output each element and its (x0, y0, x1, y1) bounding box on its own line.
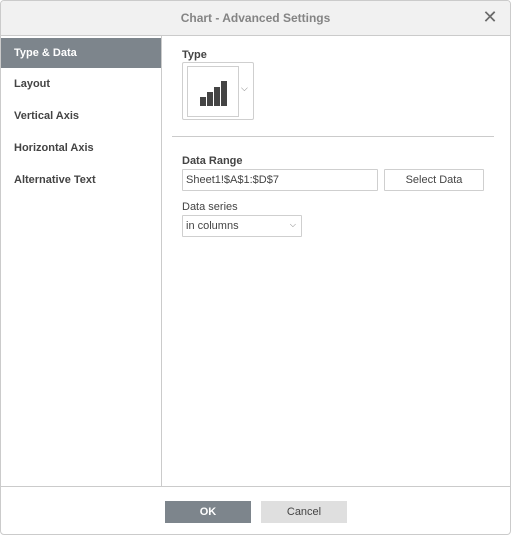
data-series-select[interactable]: in columns ⌵ (182, 215, 302, 237)
dialog-title: Chart - Advanced Settings (180, 11, 331, 25)
dialog-titlebar[interactable]: Chart - Advanced Settings ✕ (1, 1, 510, 36)
sidebar-item-layout[interactable]: Layout (1, 68, 161, 100)
section-divider (172, 136, 494, 137)
data-series-label: Data series (182, 201, 238, 213)
settings-sidebar: Type & Data Layout Vertical Axis Horizon… (1, 36, 162, 486)
chart-type-preview (187, 66, 239, 117)
settings-content: Type ⌵ Data Range Sheet1!$A$1:$D$7 Selec… (162, 36, 510, 486)
close-icon[interactable]: ✕ (480, 7, 500, 27)
dialog-footer: OK Cancel (1, 486, 510, 534)
sidebar-item-vertical-axis[interactable]: Vertical Axis (1, 100, 161, 132)
data-range-input[interactable]: Sheet1!$A$1:$D$7 (182, 169, 378, 191)
chevron-down-icon[interactable]: ⌵ (241, 83, 248, 94)
ok-button[interactable]: OK (165, 501, 251, 523)
sidebar-item-horizontal-axis[interactable]: Horizontal Axis (1, 132, 161, 164)
sidebar-item-alternative-text[interactable]: Alternative Text (1, 164, 161, 196)
select-data-button[interactable]: Select Data (384, 169, 484, 191)
advanced-settings-dialog: Chart - Advanced Settings ✕ Type & Data … (0, 0, 511, 535)
chevron-down-icon: ⌵ (289, 220, 296, 229)
column-chart-icon (200, 81, 227, 106)
chart-type-picker[interactable]: ⌵ (182, 62, 254, 120)
type-label: Type (182, 49, 207, 61)
sidebar-item-type-data[interactable]: Type & Data (1, 38, 161, 68)
data-series-value: in columns (186, 220, 239, 232)
data-range-label: Data Range (182, 155, 243, 167)
cancel-button[interactable]: Cancel (261, 501, 347, 523)
